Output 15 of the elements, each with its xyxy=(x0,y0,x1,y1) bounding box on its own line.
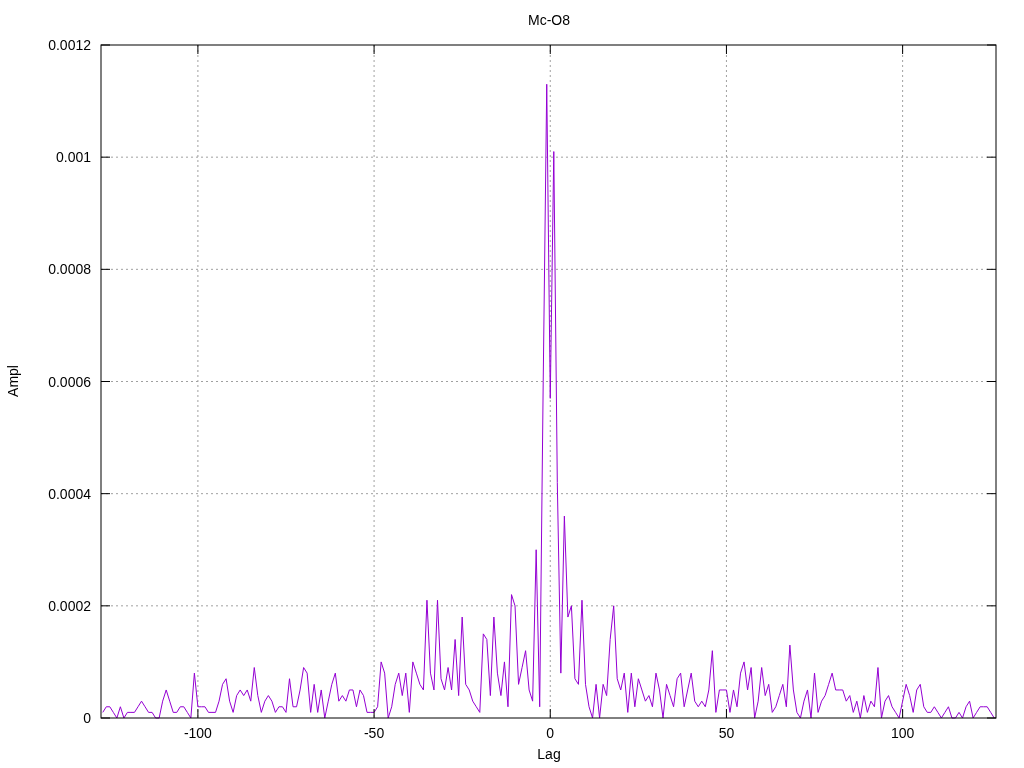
tick-label: 0.0006 xyxy=(48,373,91,390)
tick-label: 0 xyxy=(83,710,91,726)
tick-label: 50 xyxy=(718,725,735,741)
tick-label: 0.0008 xyxy=(48,261,91,278)
chart-title: Mc-O8 xyxy=(528,12,570,28)
tick-label: -100 xyxy=(183,725,212,741)
axis-label: Lag xyxy=(537,746,561,762)
tick-label: 0.001 xyxy=(55,149,91,166)
tick-label: -50 xyxy=(363,725,385,741)
tick-label: 0.0004 xyxy=(48,485,91,502)
axis-label: Ampl xyxy=(5,365,21,397)
tick-label: 0 xyxy=(546,725,555,741)
tick-label: 0.0012 xyxy=(48,37,91,53)
tick-label: 0.0002 xyxy=(48,597,91,614)
tick-label: 100 xyxy=(890,725,915,741)
